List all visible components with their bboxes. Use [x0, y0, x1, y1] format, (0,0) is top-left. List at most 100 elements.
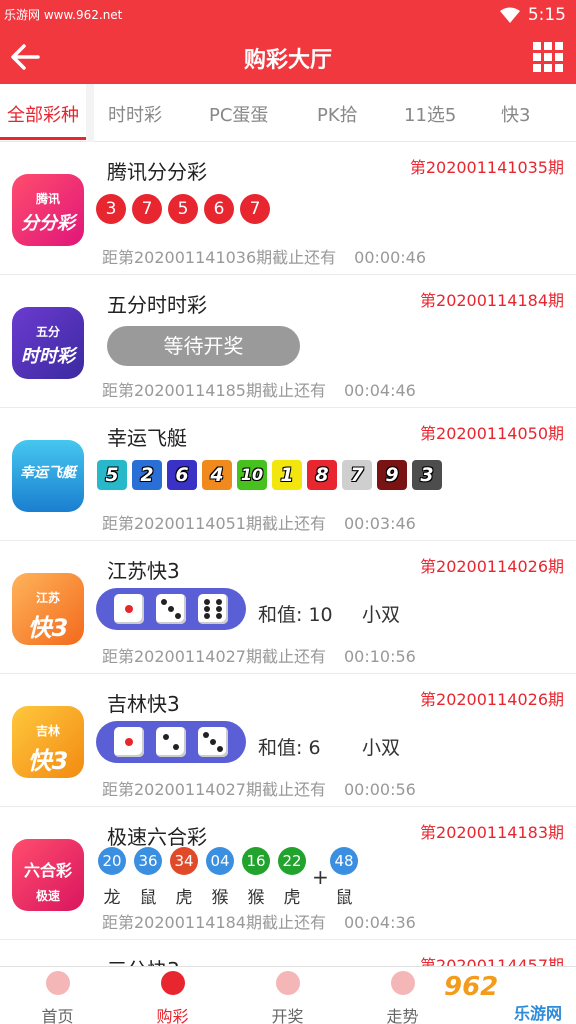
logo-text: 时时彩	[21, 346, 75, 367]
lottery-logo: 江苏 快3	[12, 573, 84, 645]
die-one-icon	[114, 727, 144, 757]
logo-text: 六合彩	[23, 861, 72, 880]
brand-site-text: 乐游网	[514, 1004, 563, 1023]
result-ball: 3	[96, 194, 126, 224]
countdown-time: 00:03:46	[343, 514, 416, 533]
special-zodiac-label: 鼠	[335, 888, 353, 908]
size-parity: 小双	[362, 737, 401, 759]
zodiac-label: 鼠	[139, 888, 157, 908]
brand-watermark: 962 乐游网	[438, 968, 574, 1023]
zodiac-label: 虎	[175, 888, 193, 908]
logo-text: 幸运飞艇	[20, 465, 76, 481]
nav-buy[interactable]: 购彩	[115, 967, 230, 1024]
countdown-label: 距第20200114027期截止还有	[102, 647, 326, 666]
countdown-label: 距第20200114027期截止还有	[102, 780, 326, 799]
countdown-label: 距第20200114185期截止还有	[102, 381, 326, 400]
sum-value: 和值: 6	[258, 737, 321, 759]
tab-pc-dandan[interactable]: PC蛋蛋	[209, 101, 268, 127]
issue-number: 第20200114184期	[420, 291, 564, 310]
dice-result	[96, 721, 246, 763]
result-ball: 5	[168, 194, 198, 224]
lottery-item[interactable]: 吉林 快3 吉林快3 第20200114026期 和值: 6 小双 距第2020…	[0, 674, 576, 807]
result-ball: 20	[98, 847, 126, 875]
brand-logo-text: 962	[444, 972, 499, 1002]
result-boat-number: 10	[237, 460, 267, 490]
result-boat-number: 1	[272, 460, 302, 490]
countdown: 距第202001141036期截止还有 00:00:46	[102, 244, 426, 268]
sum-value: 和值: 10	[258, 604, 333, 626]
lottery-name: 江苏快3	[107, 559, 180, 583]
die-six-icon	[198, 594, 228, 624]
logo-text: 五分	[35, 325, 60, 339]
awaiting-draw-button[interactable]: 等待开奖	[107, 326, 300, 366]
tab-shishicai[interactable]: 时时彩	[108, 101, 162, 127]
lottery-item[interactable]: 腾讯 分分彩 腾讯分分彩 第202001141035期 3 7 5 6 7 距第…	[0, 142, 576, 275]
result-ball: 36	[134, 847, 162, 875]
lottery-item[interactable]: 五分 时时彩 五分时时彩 第20200114184期 等待开奖 距第202001…	[0, 275, 576, 408]
lottery-list: 腾讯 分分彩 腾讯分分彩 第202001141035期 3 7 5 6 7 距第…	[0, 142, 576, 1024]
lottery-name: 幸运飞艇	[107, 426, 187, 450]
countdown-label: 距第20200114051期截止还有	[102, 514, 326, 533]
result-boat-number: 4	[202, 460, 232, 490]
result-ball: 7	[240, 194, 270, 224]
issue-number: 第202001141035期	[409, 158, 564, 177]
nav-results[interactable]: 开奖	[230, 967, 345, 1024]
lottery-logo: 六合彩 极速	[12, 839, 84, 911]
result-ball: 04	[206, 847, 234, 875]
size-parity: 小双	[362, 604, 401, 626]
watermark-text: 乐游网 www.962.net	[4, 8, 123, 22]
nav-label: 开奖	[271, 1007, 304, 1024]
lottery-item[interactable]: 幸运飞艇 幸运飞艇 第20200114050期 5 2 6 4 10 1 8 7…	[0, 408, 576, 541]
result-ball: 16	[242, 847, 270, 875]
lottery-item[interactable]: 六合彩 极速 极速六合彩 第20200114183期 20 36 34 04 1…	[0, 807, 576, 940]
result-boat-number: 3	[412, 460, 442, 490]
countdown-label: 距第20200114184期截止还有	[102, 913, 326, 932]
lottery-name: 极速六合彩	[107, 825, 207, 849]
result-ball: 6	[204, 194, 234, 224]
home-icon	[46, 971, 70, 995]
result-boat-number: 9	[377, 460, 407, 490]
die-three-icon	[156, 594, 186, 624]
issue-number: 第20200114026期	[420, 690, 564, 709]
status-bar: 乐游网 www.962.net 5:15	[0, 0, 576, 30]
logo-text: 快3	[27, 747, 69, 775]
countdown: 距第20200114185期截止还有 00:04:46	[102, 377, 416, 401]
countdown-time: 00:10:56	[343, 647, 416, 666]
countdown: 距第20200114027期截止还有 00:10:56	[102, 643, 416, 667]
tab-active-indicator	[0, 137, 86, 140]
lottery-logo: 五分 时时彩	[12, 307, 84, 379]
countdown: 距第20200114184期截止还有 00:04:36	[102, 909, 416, 933]
logo-text: 江苏	[35, 591, 60, 605]
tab-all[interactable]: 全部彩种	[7, 101, 79, 127]
logo-text: 分分彩	[21, 213, 75, 234]
countdown: 距第20200114027期截止还有 00:00:56	[102, 776, 416, 800]
result-boat-number: 8	[307, 460, 337, 490]
result-boat-number: 5	[97, 460, 127, 490]
countdown-time: 00:04:46	[343, 381, 416, 400]
results-icon	[276, 971, 300, 995]
nav-label: 购彩	[156, 1007, 189, 1024]
result-ball: 22	[278, 847, 306, 875]
countdown: 距第20200114051期截止还有 00:03:46	[102, 510, 416, 534]
lottery-name: 腾讯分分彩	[107, 160, 207, 184]
category-tabs: 全部彩种 时时彩 PC蛋蛋 PK拾 11选5 快3	[0, 84, 576, 142]
tab-11x5[interactable]: 11选5	[404, 101, 456, 127]
countdown-label: 距第202001141036期截止还有	[102, 248, 337, 267]
nav-home[interactable]: 首页	[0, 967, 115, 1024]
lottery-item[interactable]: 江苏 快3 江苏快3 第20200114026期 和值: 10 小双 距第202…	[0, 541, 576, 674]
nav-label: 首页	[41, 1007, 74, 1024]
issue-number: 第20200114183期	[420, 823, 564, 842]
clock: 5:15	[527, 5, 566, 25]
countdown-time: 00:04:36	[343, 913, 416, 932]
app-bar: 购彩大厅	[0, 30, 576, 84]
result-ball: 34	[170, 847, 198, 875]
tab-k3[interactable]: 快3	[501, 101, 530, 127]
die-one-icon	[114, 594, 144, 624]
logo-text: 快3	[27, 614, 69, 642]
zodiac-label: 虎	[283, 888, 301, 908]
lottery-logo: 吉林 快3	[12, 706, 84, 778]
dice-result	[96, 588, 246, 630]
lottery-logo: 幸运飞艇	[12, 440, 84, 512]
tab-pk10[interactable]: PK拾	[317, 101, 358, 127]
grid-menu-icon[interactable]	[532, 41, 564, 73]
